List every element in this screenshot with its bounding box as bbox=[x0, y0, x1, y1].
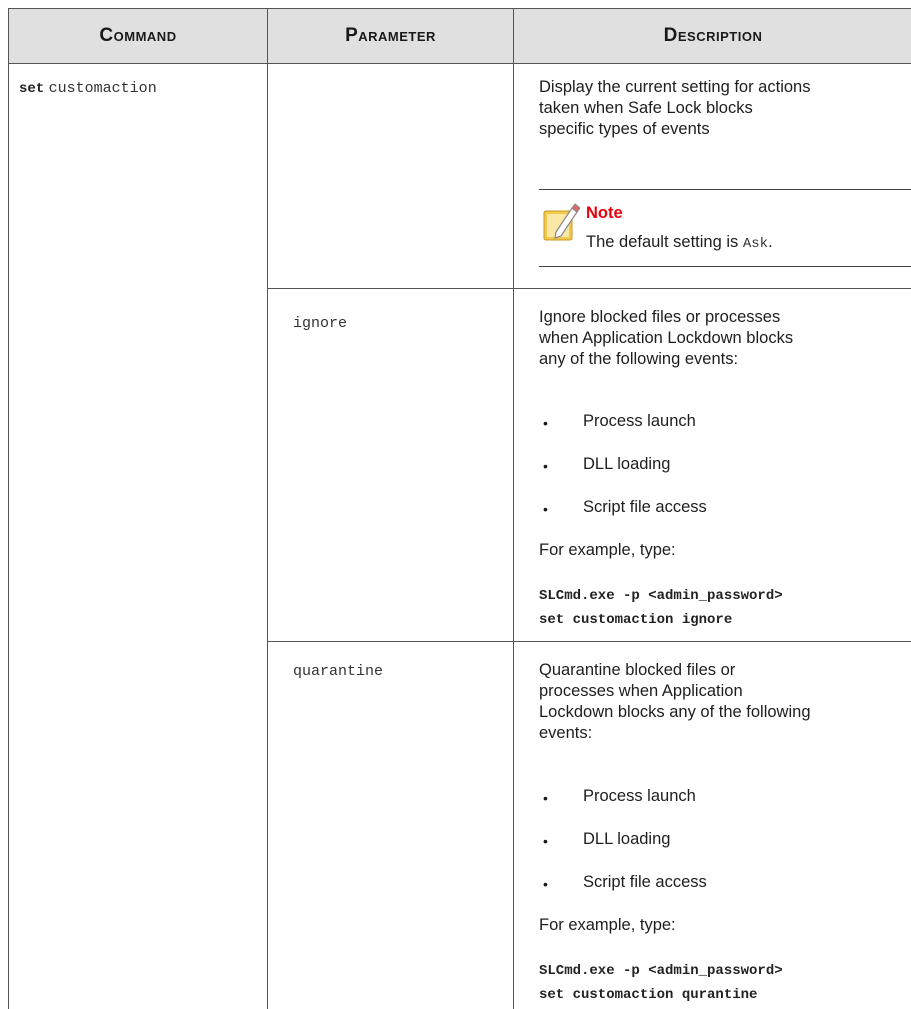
param-ignore: ignore bbox=[293, 315, 348, 332]
command-keyword: set bbox=[19, 81, 45, 97]
note-text: The default setting is Ask. bbox=[586, 233, 773, 252]
list-item: Script file access bbox=[583, 873, 707, 891]
bullet: • bbox=[543, 833, 548, 849]
list-item: Script file access bbox=[583, 498, 707, 516]
bullet: • bbox=[543, 876, 548, 892]
note-pencil-icon bbox=[542, 202, 581, 247]
command-name: customaction bbox=[48, 80, 157, 97]
list-item: Process launch bbox=[583, 787, 696, 805]
row1-description: Display the current setting for actions … bbox=[539, 78, 811, 138]
example-label: For example, type: bbox=[539, 916, 676, 934]
note-code: Ask bbox=[742, 236, 769, 252]
bullet: • bbox=[543, 501, 548, 517]
list-item: DLL loading bbox=[583, 455, 671, 473]
row2-description: Ignore blocked files or processes when A… bbox=[539, 308, 794, 368]
bullet: • bbox=[543, 790, 548, 806]
note-bottom-rule bbox=[539, 266, 911, 267]
command-cell: set customaction bbox=[19, 79, 157, 97]
row3-description: Quarantine blocked files or processes wh… bbox=[539, 661, 811, 742]
row-divider bbox=[267, 641, 911, 642]
header-command: Command bbox=[9, 9, 268, 64]
row-divider bbox=[267, 288, 911, 289]
example-code: SLCmd.exe -p <admin_password> set custom… bbox=[539, 963, 783, 1003]
col-divider bbox=[513, 64, 514, 1009]
header-description: Description bbox=[514, 9, 911, 64]
col-divider bbox=[267, 64, 268, 1009]
example-code: SLCmd.exe -p <admin_password> set custom… bbox=[539, 588, 783, 628]
example-label: For example, type: bbox=[539, 541, 676, 559]
list-item: Process launch bbox=[583, 412, 696, 430]
command-table: Command Parameter Description set custom… bbox=[8, 8, 911, 1009]
bullet: • bbox=[543, 458, 548, 474]
param-quarantine: quarantine bbox=[293, 663, 384, 680]
bullet: • bbox=[543, 415, 548, 431]
list-item: DLL loading bbox=[583, 830, 671, 848]
note-title: Note bbox=[586, 204, 623, 222]
header-parameter: Parameter bbox=[268, 9, 514, 64]
note-top-rule bbox=[539, 189, 911, 190]
